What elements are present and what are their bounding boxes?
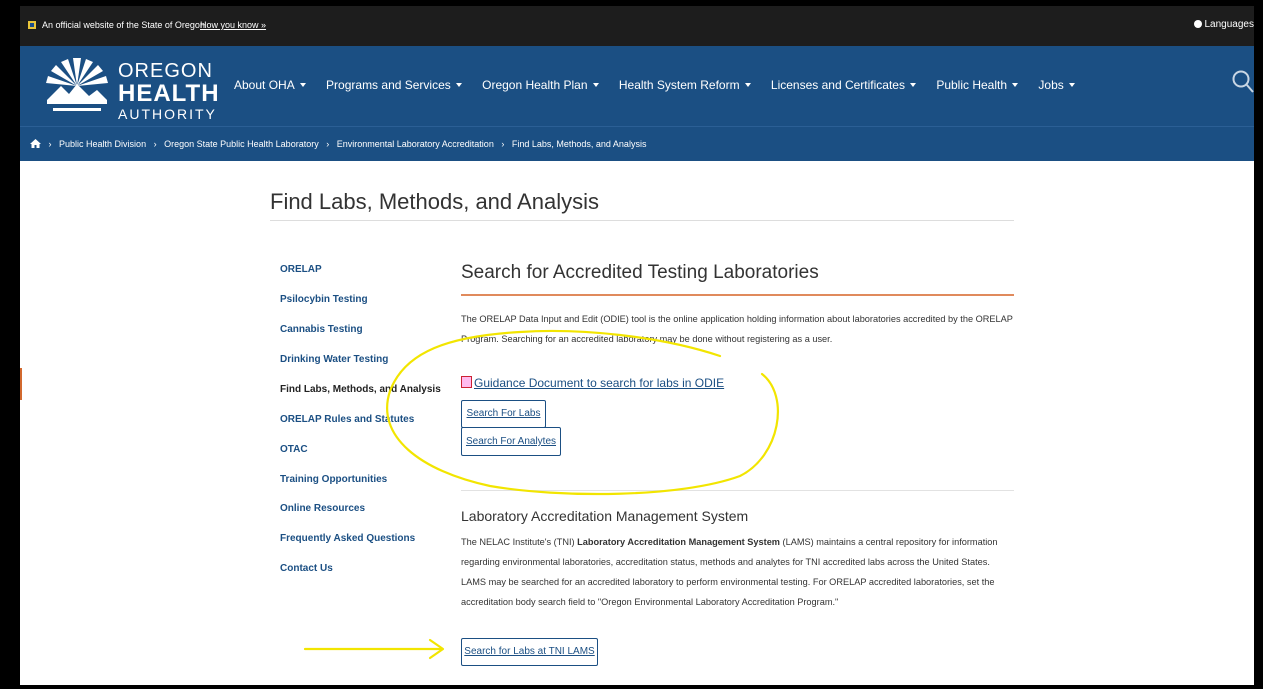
page: An official website of the State of Oreg… <box>20 6 1254 685</box>
sidebar-item-contact[interactable]: Contact Us <box>280 563 333 574</box>
oha-logo-icon[interactable] <box>45 56 109 116</box>
globe-icon <box>1193 20 1202 28</box>
nav-programs-services[interactable]: Programs and Services <box>326 78 462 92</box>
sidebar-item-online-resources[interactable]: Online Resources <box>280 503 365 514</box>
breadcrumb-current: Find Labs, Methods, and Analysis <box>511 139 647 149</box>
sidebar-item-drinking-water[interactable]: Drinking Water Testing <box>280 354 388 365</box>
languages-menu[interactable]: Languages <box>1193 19 1255 30</box>
page-title: Find Labs, Methods, and Analysis <box>270 189 599 214</box>
guidance-document-link[interactable]: Guidance Document to search for labs in … <box>461 376 724 390</box>
official-site-text: An official website of the State of Oreg… <box>42 20 205 30</box>
search-for-analytes-button[interactable]: Search For Analytes <box>461 427 561 456</box>
caret-down-icon <box>299 83 306 87</box>
section-heading-lams: Laboratory Accreditation Management Syst… <box>461 508 749 524</box>
site-header: OREGON HEALTH AUTHORITY About OHA Progra… <box>20 46 1254 126</box>
nav-licenses-certificates[interactable]: Licenses and Certificates <box>771 78 916 92</box>
search-labs-tni-lams-button[interactable]: Search for Labs at TNI LAMS <box>461 638 598 666</box>
caret-down-icon <box>744 83 751 87</box>
search-icon[interactable] <box>1232 70 1254 94</box>
languages-label: Languages <box>1204 19 1255 30</box>
chevron-right-icon: › <box>501 139 505 149</box>
caret-down-icon <box>455 83 462 87</box>
home-icon[interactable] <box>30 139 41 148</box>
sidebar-item-find-labs[interactable]: Find Labs, Methods, and Analysis <box>280 384 441 395</box>
oregon-flag-icon <box>28 21 36 29</box>
screenshot-frame: An official website of the State of Oreg… <box>0 0 1263 689</box>
logo-health: HEALTH <box>118 80 220 107</box>
arrow-head-annotation <box>428 638 445 660</box>
breadcrumb-state-lab[interactable]: Oregon State Public Health Laboratory <box>164 139 319 149</box>
lams-description: The NELAC Institute's (TNI) Laboratory A… <box>461 537 998 607</box>
section-heading-search: Search for Accredited Testing Laboratori… <box>461 262 819 283</box>
search-for-labs-button[interactable]: Search For Labs <box>461 400 546 428</box>
caret-down-icon <box>1068 83 1075 87</box>
breadcrumb-env-lab-accreditation[interactable]: Environmental Laboratory Accreditation <box>337 139 494 149</box>
official-site-bar: An official website of the State of Oreg… <box>20 6 1254 46</box>
sidebar-item-training[interactable]: Training Opportunities <box>280 474 387 485</box>
how-you-know-link[interactable]: How you know » <box>200 20 266 30</box>
breadcrumb: › Public Health Division › Oregon State … <box>20 126 1254 161</box>
sidebar-item-faq[interactable]: Frequently Asked Questions <box>280 533 415 544</box>
nav-public-health[interactable]: Public Health <box>936 78 1019 92</box>
sidebar-item-otac[interactable]: OTAC <box>280 444 308 455</box>
caret-down-icon <box>592 83 599 87</box>
nav-jobs[interactable]: Jobs <box>1038 78 1075 92</box>
caret-down-icon <box>1012 83 1019 87</box>
odie-description: The ORELAP Data Input and Edit (ODIE) to… <box>461 314 1013 344</box>
chevron-right-icon: › <box>153 139 157 149</box>
sidebar-item-psilocybin[interactable]: Psilocybin Testing <box>280 294 368 305</box>
sidebar-active-indicator <box>20 368 22 400</box>
breadcrumb-public-health-division[interactable]: Public Health Division <box>59 139 146 149</box>
nav-health-system-reform[interactable]: Health System Reform <box>619 78 751 92</box>
sidebar-item-orelap[interactable]: ORELAP <box>280 264 322 275</box>
main-nav: About OHA Programs and Services Oregon H… <box>234 78 1092 92</box>
logo-authority: AUTHORITY <box>118 106 217 122</box>
sidebar-item-cannabis[interactable]: Cannabis Testing <box>280 324 363 335</box>
title-divider <box>270 220 1014 221</box>
sidebar-item-rules-statutes[interactable]: ORELAP Rules and Statutes <box>280 414 414 425</box>
caret-down-icon <box>909 83 916 87</box>
oha-logo-text[interactable]: OREGON HEALTH AUTHORITY <box>118 61 220 121</box>
section-separator <box>461 490 1014 491</box>
chevron-right-icon: › <box>326 139 330 149</box>
section-divider <box>461 294 1014 296</box>
nav-oregon-health-plan[interactable]: Oregon Health Plan <box>482 78 599 92</box>
lams-bold-name: Laboratory Accreditation Management Syst… <box>577 537 780 547</box>
chevron-right-icon: › <box>48 139 52 149</box>
logo-oregon: OREGON <box>118 60 213 82</box>
pdf-icon <box>461 376 472 388</box>
nav-about-oha[interactable]: About OHA <box>234 78 306 92</box>
highlight-circle-annotation <box>386 329 779 496</box>
